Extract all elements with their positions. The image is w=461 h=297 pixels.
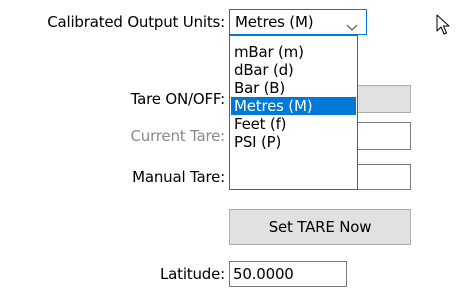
latitude-label: Latitude: — [160, 265, 225, 283]
units-dropdown-list: mBar (m) dBar (d) Bar (B) Metres (M) Fee… — [229, 35, 358, 190]
current-tare-label: Current Tare: — [130, 127, 226, 145]
manual-tare-label: Manual Tare: — [132, 168, 225, 186]
units-option[interactable]: mBar (m) — [231, 43, 356, 61]
units-select[interactable]: Metres (M) — [229, 9, 367, 35]
latitude-input[interactable]: 50.0000 — [229, 261, 347, 287]
chevron-down-icon — [346, 18, 358, 36]
current-tare-field — [355, 122, 411, 150]
tare-toggle-button[interactable] — [353, 85, 411, 113]
units-option[interactable]: Feet (f) — [231, 115, 356, 133]
units-option[interactable]: PSI (P) — [231, 133, 356, 151]
latitude-value: 50.0000 — [233, 265, 294, 283]
units-option[interactable]: dBar (d) — [231, 61, 356, 79]
mouse-pointer-icon — [436, 14, 450, 40]
units-select-value: Metres (M) — [235, 13, 314, 31]
set-tare-button[interactable]: Set TARE Now — [229, 209, 411, 245]
tare-toggle-label: Tare ON/OFF: — [130, 90, 226, 108]
units-option[interactable]: Bar (B) — [231, 79, 356, 97]
units-label: Calibrated Output Units: — [47, 13, 225, 31]
units-option[interactable]: Metres (M) — [231, 97, 356, 115]
manual-tare-input[interactable] — [355, 164, 411, 190]
